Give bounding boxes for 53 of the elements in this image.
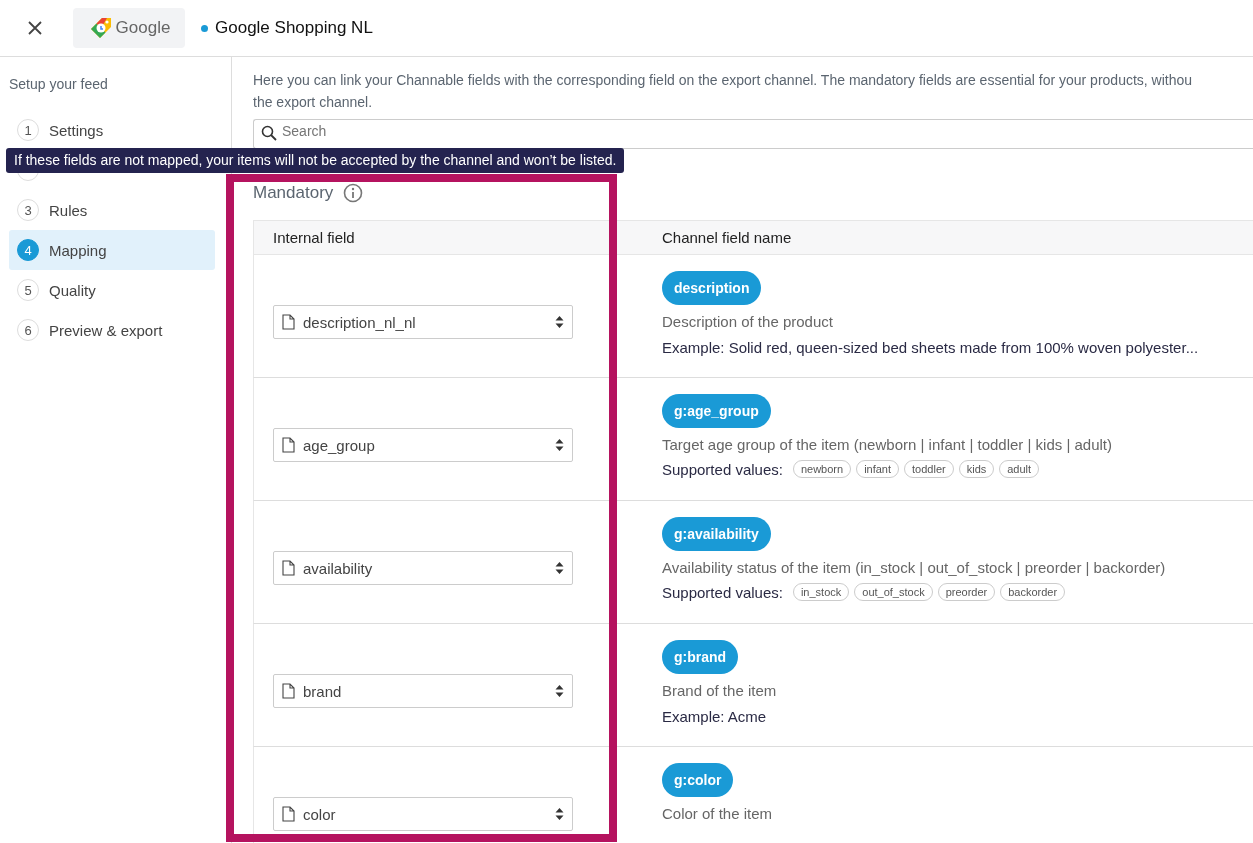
step-number: 1: [17, 119, 39, 141]
field-description: Color of the item: [662, 805, 773, 822]
field-description: Availability status of the item (in_stock | out_of_stock | preorder | backorder): [662, 559, 1166, 576]
file-icon: [282, 560, 295, 576]
file-icon: [282, 314, 295, 330]
file-icon: [282, 683, 295, 699]
column-header: Channel field name: [662, 229, 792, 246]
field-select[interactable]: age_group: [273, 428, 573, 462]
channel-title: Google Shopping NL: [215, 18, 373, 38]
sort-caret-icon: [555, 684, 564, 698]
logo-text: Google: [115, 18, 171, 38]
field-name-badge: description: [662, 271, 762, 305]
field-select[interactable]: description_nl_nl: [273, 305, 573, 339]
field-name-badge: g:age_group: [662, 394, 771, 428]
step-number: 4: [17, 239, 39, 261]
sidebar-heading: Setup your feed: [9, 76, 109, 92]
file-icon: [282, 806, 295, 822]
field-description: Brand of the item: [662, 682, 777, 699]
sort-caret-icon: [555, 807, 564, 821]
field-name-badge: g:availability: [662, 517, 771, 551]
step-item[interactable]: 3 Rules: [9, 190, 215, 230]
supported-values-label: Supported values:: [662, 460, 783, 478]
sort-caret-icon: [555, 315, 564, 329]
section-title: Mandatory: [253, 183, 334, 203]
intro-text: the export channel.: [253, 93, 374, 112]
sort-caret-icon: [555, 561, 564, 575]
step-number: 3: [17, 199, 39, 221]
step-item[interactable]: 1 Settings: [9, 110, 215, 150]
supported-values-label: Supported values:: [662, 583, 783, 601]
step-item[interactable]: 5 Quality: [9, 270, 215, 310]
step-number: 5: [17, 279, 39, 301]
intro-text: Here you can link your Channable fields with the corresponding field on the export channel. The mandatory fields are essential for your products, withou: [253, 71, 1194, 90]
step-item[interactable]: 6 Preview & export: [9, 310, 215, 350]
status-dot: [201, 24, 208, 32]
close-icon: [27, 20, 43, 36]
field-description: Description of the product: [662, 313, 834, 330]
field-description: Target age group of the item (newborn | infant | toddler | kids | adult): [662, 436, 1112, 453]
field-select[interactable]: availability: [273, 551, 573, 585]
field-name-badge: g:brand: [662, 640, 739, 674]
info-icon[interactable]: [343, 183, 364, 203]
search-field[interactable]: Search: [253, 119, 1253, 149]
field-name-badge: g:color: [662, 763, 734, 797]
example-text: Example: Solid red, queen-sized bed sheets made from 100% woven polyester...: [662, 339, 1199, 356]
field-select[interactable]: brand: [273, 674, 573, 708]
search-icon: [261, 125, 277, 141]
step-item[interactable]: 4 Mapping: [9, 230, 215, 270]
column-header: Internal field: [272, 229, 356, 246]
step-number: 6: [17, 319, 39, 341]
tooltip: If these fields are not mapped, your items will not be accepted by the channel and won’t be listed.: [6, 148, 625, 173]
file-icon: [282, 437, 295, 453]
sort-caret-icon: [555, 438, 564, 452]
example-text: Example: Acme: [662, 708, 768, 725]
field-select[interactable]: color: [273, 797, 573, 831]
